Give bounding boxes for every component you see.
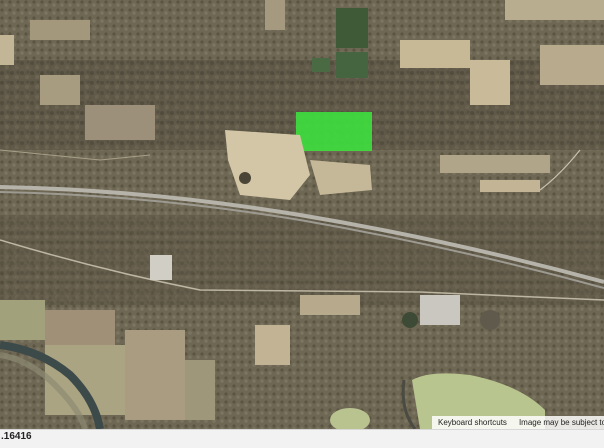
field	[0, 300, 45, 340]
tree-cluster	[239, 172, 251, 184]
crop-field	[336, 52, 368, 78]
industrial-site	[420, 295, 460, 325]
field	[30, 20, 90, 40]
status-strip: .16416	[0, 429, 604, 448]
field	[480, 180, 540, 192]
field	[255, 325, 290, 365]
field	[85, 105, 155, 140]
highlighted-parcel[interactable]	[296, 112, 372, 151]
keyboard-shortcuts-link[interactable]: Keyboard shortcuts	[438, 418, 507, 427]
field	[400, 40, 470, 68]
field	[540, 45, 604, 85]
pond	[480, 310, 500, 330]
map-viewport[interactable]: Keyboard shortcuts Image may be subject …	[0, 0, 604, 429]
coordinate-readout: .16416	[1, 431, 32, 442]
tree-cluster	[402, 312, 418, 328]
map-attribution-bar: Keyboard shortcuts Image may be subject …	[432, 416, 604, 429]
cleared-area	[310, 160, 372, 195]
field	[40, 75, 80, 105]
field	[440, 155, 550, 173]
field	[300, 295, 360, 315]
field	[505, 0, 604, 20]
copyright-notice: Image may be subject to copyright	[518, 418, 604, 427]
field	[45, 345, 125, 415]
buildings	[150, 255, 172, 280]
field	[185, 360, 215, 420]
field	[125, 330, 185, 420]
satellite-imagery[interactable]	[0, 0, 604, 429]
field	[470, 60, 510, 105]
field	[265, 0, 285, 30]
field	[45, 310, 115, 345]
crop-field	[336, 8, 368, 48]
field	[0, 35, 14, 65]
crop-field	[312, 58, 330, 72]
